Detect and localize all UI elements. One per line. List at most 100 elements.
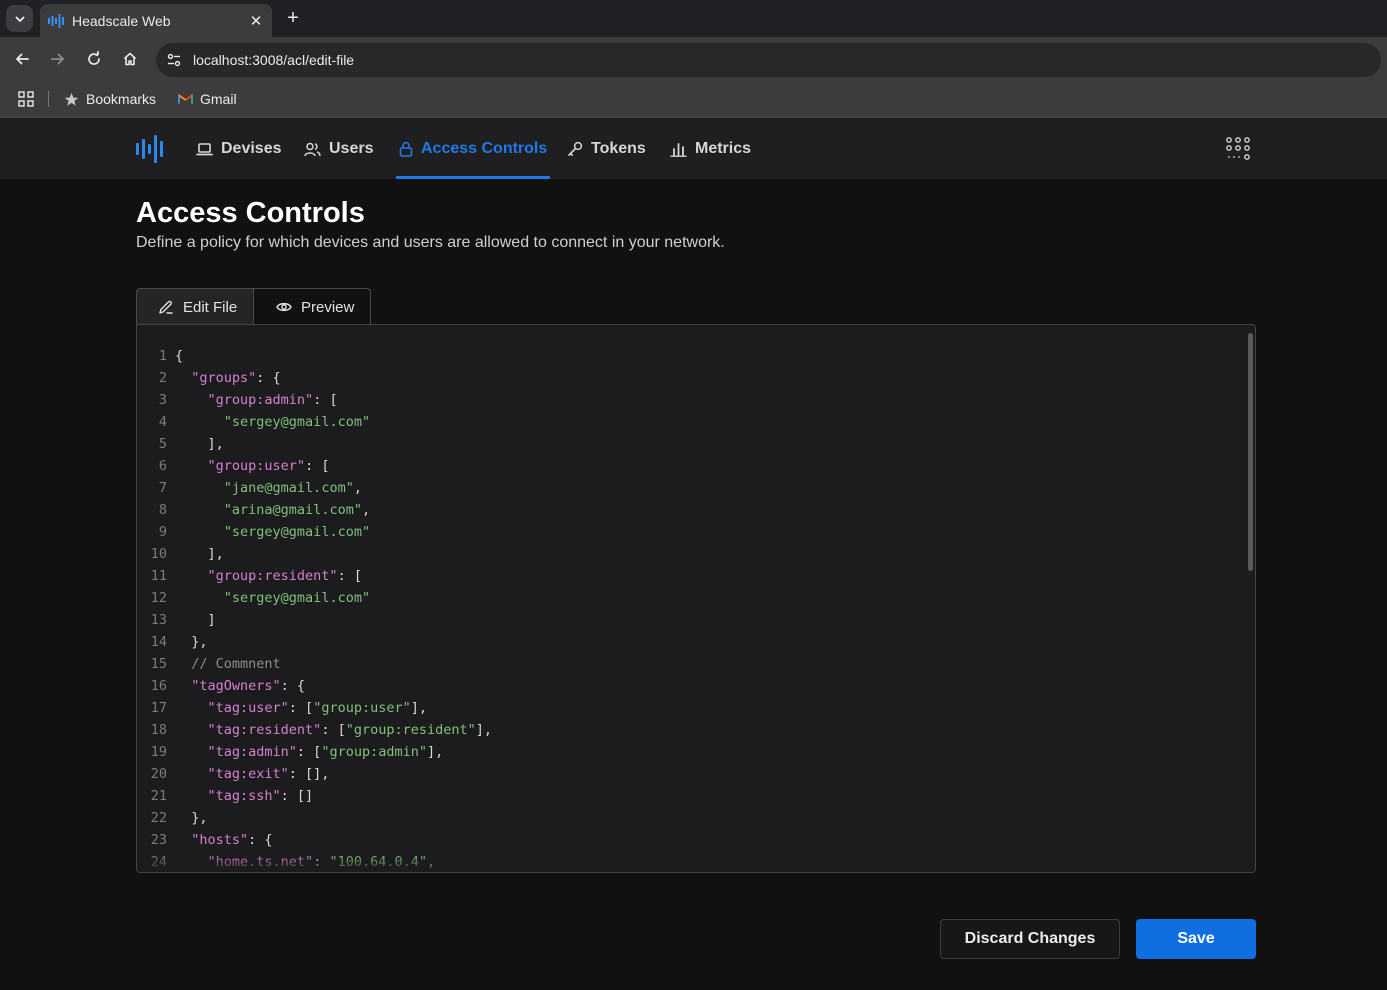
code-line: 9 "sergey@gmail.com"	[137, 521, 1247, 543]
code-line: 4 "sergey@gmail.com"	[137, 411, 1247, 433]
users-icon	[304, 142, 321, 157]
line-number: 20	[150, 766, 167, 782]
site-settings-icon[interactable]	[164, 50, 184, 70]
star-icon	[64, 92, 79, 107]
line-number: 14	[150, 634, 167, 650]
nav-label: Metrics	[695, 140, 752, 157]
code-lines: 1{2 "groups": {3 "group:admin": [4 "serg…	[137, 345, 1247, 872]
eye-icon	[276, 301, 292, 313]
line-number: 12	[150, 590, 167, 606]
reload-icon[interactable]	[82, 47, 106, 71]
line-number: 4	[158, 414, 167, 430]
line-code: {	[175, 348, 184, 364]
browser-tab-title: Headscale Web	[72, 12, 171, 29]
code-line: 19 "tag:admin": ["group:admin"],	[137, 741, 1247, 763]
code-line: 12 "sergey@gmail.com"	[137, 587, 1247, 609]
code-editor[interactable]: 1{2 "groups": {3 "group:admin": [4 "serg…	[136, 324, 1256, 873]
new-tab-plus-icon[interactable]: +	[282, 7, 304, 29]
headscale-logo-icon[interactable]	[136, 135, 168, 163]
bookmark-gmail[interactable]: Gmail	[178, 81, 237, 117]
line-code: "group:user": [	[207, 458, 330, 474]
code-line: 8 "arina@gmail.com",	[137, 499, 1247, 521]
line-code: "group:admin": [	[207, 392, 338, 408]
code-line: 16 "tagOwners": {	[137, 675, 1247, 697]
nav-label: Devises	[221, 140, 282, 157]
nav-label: Tokens	[591, 140, 646, 157]
bar-chart-icon	[670, 142, 687, 157]
bookmarks-divider	[48, 91, 49, 107]
line-code: "tag:user": ["group:user"],	[207, 700, 427, 716]
line-code: },	[175, 810, 208, 826]
line-number: 10	[150, 546, 167, 562]
code-line: 11 "group:resident": [	[137, 565, 1247, 587]
line-number: 1	[158, 348, 167, 364]
line-number: 8	[158, 502, 167, 518]
line-number: 21	[150, 788, 167, 804]
line-number: 22	[150, 810, 167, 826]
code-line: 23 "hosts": {	[137, 829, 1247, 851]
line-number: 24	[150, 854, 167, 870]
code-line: 24 "home.ts.net": "100.64.0.4",	[137, 851, 1247, 872]
nav-tokens[interactable]: Tokens	[567, 119, 646, 179]
line-code: "tag:ssh": []	[207, 788, 314, 804]
nav-label: Access Controls	[421, 140, 548, 157]
tab-search-button[interactable]	[6, 5, 33, 32]
line-number: 23	[150, 832, 167, 848]
line-number: 17	[150, 700, 167, 716]
code-line: 22 },	[137, 807, 1247, 829]
line-number: 19	[150, 744, 167, 760]
line-code: "tag:admin": ["group:admin"],	[207, 744, 444, 760]
line-code: ],	[175, 436, 224, 452]
code-line: 18 "tag:resident": ["group:resident"],	[137, 719, 1247, 741]
tab-label: Preview	[301, 298, 355, 316]
line-number: 13	[150, 612, 167, 628]
code-line: 7 "jane@gmail.com",	[137, 477, 1247, 499]
code-line: 2 "groups": {	[137, 367, 1247, 389]
tab-preview[interactable]: Preview	[254, 288, 371, 325]
line-number: 11	[150, 568, 167, 584]
browser-tab-strip: Headscale Web ✕ +	[0, 0, 1387, 37]
code-line: 15 // Commnent	[137, 653, 1247, 675]
line-code: "tag:exit": [],	[207, 766, 330, 782]
nav-label: Users	[329, 140, 374, 157]
apps-menu-icon[interactable]	[1225, 137, 1251, 161]
app-navbar: Devises Users Access Controls Tokens Met…	[0, 119, 1387, 179]
home-icon[interactable]	[118, 47, 142, 71]
browser-tab[interactable]: Headscale Web ✕	[40, 4, 272, 37]
back-arrow-icon[interactable]	[10, 47, 34, 71]
nav-access-controls[interactable]: Access Controls	[396, 119, 551, 179]
code-line: 20 "tag:exit": [],	[137, 763, 1247, 785]
bookmark-bookmarks[interactable]: Bookmarks	[64, 81, 156, 117]
line-code: "tag:resident": ["group:resident"],	[207, 722, 493, 738]
lock-icon	[399, 141, 413, 157]
discard-changes-button[interactable]: Discard Changes	[940, 919, 1120, 959]
nav-users[interactable]: Users	[304, 119, 373, 179]
save-button[interactable]: Save	[1136, 919, 1256, 959]
line-code: "tagOwners": {	[191, 678, 306, 694]
line-number: 16	[150, 678, 167, 694]
line-number: 7	[158, 480, 167, 496]
code-line: 13 ]	[137, 609, 1247, 631]
url-text: localhost:3008/acl/edit-file	[193, 52, 355, 68]
nav-metrics[interactable]: Metrics	[670, 119, 751, 179]
editor-scrollbar[interactable]	[1248, 333, 1253, 571]
forward-arrow-icon[interactable]	[46, 47, 70, 71]
tab-edit-file[interactable]: Edit File	[136, 288, 254, 325]
line-code: "hosts": {	[191, 832, 273, 848]
nav-devises[interactable]: Devises	[196, 119, 282, 179]
code-line: 17 "tag:user": ["group:user"],	[137, 697, 1247, 719]
line-code: "home.ts.net": "100.64.0.4",	[207, 854, 436, 870]
line-code: // Commnent	[191, 656, 281, 672]
line-number: 3	[158, 392, 167, 408]
tab-label: Edit File	[183, 298, 238, 316]
apps-grid-icon[interactable]	[17, 90, 35, 108]
code-line: 6 "group:user": [	[137, 455, 1247, 477]
laptop-icon	[196, 142, 213, 157]
line-code: "sergey@gmail.com"	[223, 414, 371, 430]
code-line: 1{	[137, 345, 1247, 367]
line-code: "groups": {	[191, 370, 281, 386]
line-number: 9	[158, 524, 167, 540]
address-bar[interactable]: localhost:3008/acl/edit-file	[156, 43, 1381, 77]
line-code: "group:resident": [	[207, 568, 362, 584]
close-icon[interactable]: ✕	[246, 11, 266, 31]
